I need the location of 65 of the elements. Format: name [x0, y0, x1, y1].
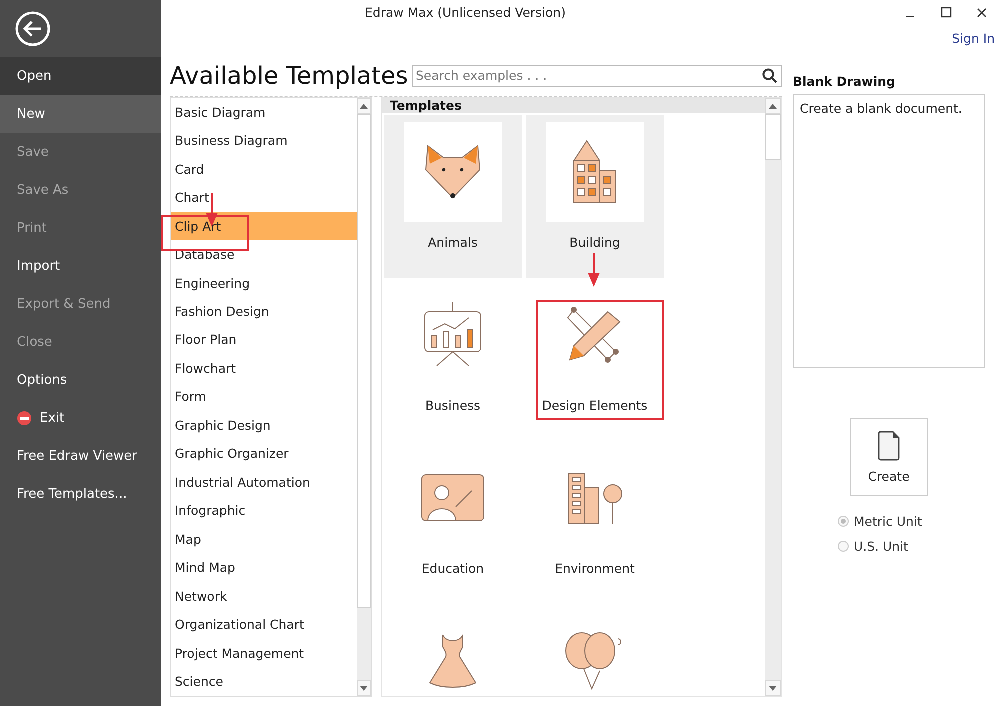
sidebar-item[interactable]: Free Templates...: [0, 475, 161, 513]
template-tile[interactable]: Design Elements: [526, 278, 664, 441]
category-item[interactable]: Chart: [171, 183, 357, 212]
sidebar-item[interactable]: Import: [0, 247, 161, 285]
category-item[interactable]: Database: [171, 240, 357, 269]
category-item[interactable]: Clip Art: [171, 212, 357, 240]
teacher-board-icon: [420, 473, 486, 523]
minimize-icon: [906, 16, 914, 18]
presentation-board-icon: [423, 302, 483, 368]
category-item[interactable]: Floor Plan: [171, 326, 357, 354]
panel-title: Blank Drawing: [793, 74, 896, 91]
create-button[interactable]: Create: [850, 418, 928, 496]
description-box: Create a blank document.: [793, 94, 985, 368]
maximize-icon: [940, 7, 952, 18]
category-item[interactable]: Organizational Chart: [171, 610, 357, 639]
close-icon: [977, 8, 987, 18]
window-title: Edraw Max (Unlicensed Version): [365, 5, 566, 20]
sidebar-item[interactable]: Options: [0, 361, 161, 399]
category-item[interactable]: Industrial Automation: [171, 468, 357, 497]
sidebar-item[interactable]: New: [0, 95, 161, 133]
category-item[interactable]: Flowchart: [171, 354, 357, 383]
category-item[interactable]: Graphic Design: [171, 411, 357, 440]
document-icon: [878, 430, 900, 460]
sidebar-item[interactable]: Exit: [0, 399, 161, 437]
sidebar-item[interactable]: Free Edraw Viewer: [0, 437, 161, 475]
exit-icon: [17, 410, 32, 426]
template-tile[interactable]: Building: [526, 115, 664, 278]
category-item[interactable]: Science: [171, 667, 357, 696]
scrollbar[interactable]: [765, 98, 781, 696]
page-heading: Available Templates: [170, 62, 408, 90]
category-item[interactable]: Mind Map: [171, 554, 357, 582]
category-item[interactable]: Graphic Organizer: [171, 440, 357, 468]
template-tile[interactable]: Environment: [526, 441, 664, 604]
scroll-thumb[interactable]: [765, 114, 781, 160]
category-item[interactable]: Card: [171, 154, 357, 184]
category-item[interactable]: Map: [171, 525, 357, 554]
unit-radio[interactable]: U.S. Unit: [838, 539, 985, 554]
scroll-thumb[interactable]: [357, 114, 371, 608]
back-icon[interactable]: [15, 10, 51, 46]
radio-dot[interactable]: [838, 516, 849, 527]
category-item[interactable]: Basic Diagram: [171, 98, 357, 126]
unit-radio[interactable]: Metric Unit: [838, 514, 985, 529]
scroll-down-icon[interactable]: [360, 686, 368, 690]
scroll-down-icon[interactable]: [769, 686, 777, 690]
category-item[interactable]: Fashion Design: [171, 297, 357, 326]
search-field[interactable]: Search examples . . .: [412, 64, 782, 86]
category-item[interactable]: Infographic: [171, 496, 357, 526]
template-tile[interactable]: Education: [384, 441, 522, 604]
sidebar-item[interactable]: Open: [0, 57, 161, 95]
template-tile[interactable]: Animals: [384, 115, 522, 278]
category-item[interactable]: Project Management: [171, 638, 357, 668]
sign-in-link[interactable]: Sign In: [952, 31, 995, 46]
scroll-up-icon[interactable]: [360, 104, 368, 108]
radio-dot[interactable]: [838, 541, 849, 552]
template-tile[interactable]: Business: [384, 278, 522, 441]
dress-icon: [428, 633, 478, 689]
category-item[interactable]: Network: [171, 582, 357, 610]
scroll-up-icon[interactable]: [769, 104, 777, 108]
category-item[interactable]: Engineering: [171, 268, 357, 298]
category-item[interactable]: Business Diagram: [171, 126, 357, 155]
search-icon[interactable]: [762, 68, 778, 84]
section-header: Templates: [382, 98, 765, 113]
scrollbar[interactable]: [357, 98, 371, 696]
building-icon: [572, 139, 618, 205]
category-item[interactable]: Form: [171, 382, 357, 412]
